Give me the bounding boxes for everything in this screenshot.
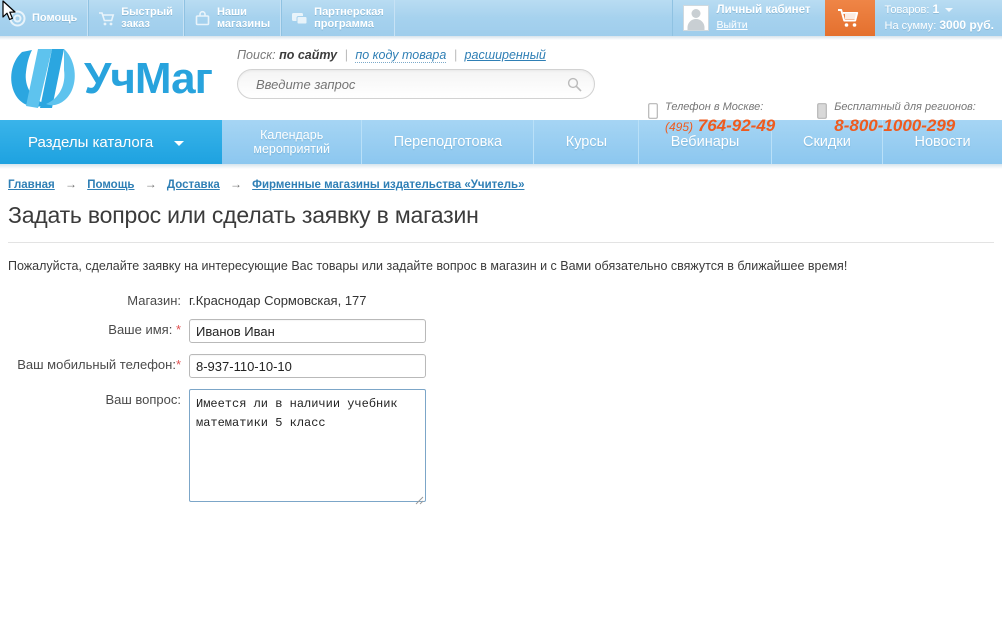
search-icon[interactable]	[567, 77, 582, 92]
nav-item-courses[interactable]: Курсы	[534, 120, 640, 164]
nav-shadow	[0, 164, 1002, 169]
form-row-question: Ваш вопрос: Имеется ли в наличии учебник…	[8, 389, 994, 507]
topbar-item-help-label: Помощь	[32, 12, 78, 24]
mobile-icon	[817, 103, 828, 119]
breadcrumb-item-home[interactable]: Главная	[8, 179, 55, 191]
form-label-phone: Ваш мобильный телефон:*	[8, 354, 189, 372]
form-row-phone: Ваш мобильный телефон:*	[8, 354, 994, 378]
search-separator-1: |	[344, 48, 348, 62]
topbar-item-partner-program-label: Партнерская программа	[314, 6, 384, 30]
nav-item-catalog-sections-label: Разделы каталога	[28, 133, 154, 151]
top-utility-links: Помощь Быстрый заказ Наши магазины Партн…	[0, 0, 395, 36]
shop-question-form: Магазин: г.Краснодар Сормовская, 177 Ваш…	[8, 290, 994, 507]
required-mark-name: *	[175, 322, 181, 337]
phone-digits-moscow: 764-92-49	[697, 116, 776, 135]
bag-icon	[195, 10, 210, 25]
search-mode-by-code-link[interactable]: по коду товара	[355, 48, 447, 63]
topbar-item-quick-order-label: Быстрый заказ	[121, 6, 173, 30]
search-box[interactable]	[237, 69, 595, 99]
cart-items-label: Товаров:	[884, 4, 930, 16]
title-divider	[8, 242, 994, 243]
form-label-phone-text: Ваш мобильный телефон:	[17, 357, 176, 372]
form-label-shop: Магазин:	[127, 293, 181, 308]
topbar-item-partner-program[interactable]: Партнерская программа	[281, 0, 395, 36]
nav-item-events-calendar[interactable]: Календарь мероприятий	[222, 120, 363, 164]
chevron-down-icon	[174, 141, 184, 146]
search-mode-site[interactable]: по сайту	[279, 48, 337, 62]
search-mode-advanced-link[interactable]: расширенный	[465, 48, 546, 62]
phone-number-moscow[interactable]: (495) 764-92-49	[665, 116, 775, 137]
search-label: Поиск:	[237, 48, 276, 62]
form-label-name: Ваше имя: *	[8, 319, 189, 337]
cart-summary[interactable]: Товаров: 1 На сумму: 3000 руб.	[875, 0, 1002, 36]
header-phones: Телефон в Москве: (495) 764-92-49 Беспла…	[648, 100, 976, 137]
form-label-question: Ваш вопрос:	[105, 392, 181, 407]
phone-block-moscow: Телефон в Москве: (495) 764-92-49	[648, 100, 775, 137]
site-logo[interactable]: УчМаг	[0, 40, 213, 112]
topbar-item-our-shops-label: Наши магазины	[216, 6, 271, 30]
form-row-name: Ваше имя: *	[8, 319, 994, 343]
search-separator-2: |	[453, 48, 458, 62]
breadcrumb-item-help[interactable]: Помощь	[87, 179, 134, 191]
phone-number-regions[interactable]: 8-800-1000-299	[834, 116, 976, 135]
user-avatar-icon	[682, 5, 709, 31]
shopping-cart-icon	[837, 9, 858, 27]
page-content: Главная → Помощь → Доставка → Фирменные …	[0, 177, 1002, 507]
phone-icon	[648, 103, 658, 119]
chat-icon	[292, 12, 308, 24]
nav-item-retraining-label: Переподготовка	[393, 133, 503, 150]
chevron-down-icon[interactable]	[945, 8, 954, 13]
topbar-item-help[interactable]: Помощь	[0, 0, 89, 36]
phone-caption-regions: Бесплатный для регионов:	[834, 101, 976, 113]
topbar-item-quick-order[interactable]: Быстрый заказ	[88, 0, 184, 36]
top-utility-account-area: Личный кабинет Выйти Товаров: 1 На сумму…	[671, 0, 1002, 36]
search-input[interactable]	[254, 70, 554, 98]
account-title[interactable]: Личный кабинет	[717, 4, 811, 17]
logout-link[interactable]: Выйти	[717, 19, 811, 32]
phone-area-code-moscow: (495)	[665, 120, 694, 134]
page-intro-text: Пожалуйста, сделайте заявку на интересую…	[8, 259, 848, 273]
breadcrumb-separator-2: →	[144, 177, 157, 191]
phone-caption-moscow: Телефон в Москве:	[665, 101, 764, 113]
phone-input[interactable]	[189, 354, 426, 378]
search-mode-links: Поиск: по сайту | по коду товара | расши…	[237, 48, 595, 63]
quick-cart-icon	[99, 11, 115, 25]
required-mark-phone: *	[175, 357, 181, 372]
breadcrumb-separator-3: →	[229, 177, 242, 191]
cart-sum-label: На сумму:	[884, 20, 937, 32]
search-area: Поиск: по сайту | по коду товара | расши…	[237, 48, 595, 99]
top-utility-bar: Помощь Быстрый заказ Наши магазины Партн…	[0, 0, 1002, 36]
nav-item-catalog-sections[interactable]: Разделы каталога	[0, 120, 222, 164]
form-row-shop: Магазин: г.Краснодар Сормовская, 177	[8, 290, 994, 308]
phone-block-regions: Бесплатный для регионов: 8-800-1000-299	[817, 100, 976, 137]
question-textarea[interactable]: Имеется ли в наличии учебник математики …	[189, 389, 426, 502]
breadcrumb: Главная → Помощь → Доставка → Фирменные …	[8, 177, 994, 191]
nav-item-courses-label: Курсы	[565, 133, 608, 150]
name-input[interactable]	[189, 319, 426, 343]
page-title: Задать вопрос или сделать заявку в магаз…	[8, 202, 479, 228]
cart-items-row: Товаров: 1	[885, 2, 995, 18]
nav-item-retraining[interactable]: Переподготовка	[362, 120, 535, 164]
topbar-item-our-shops[interactable]: Наши магазины	[183, 0, 282, 36]
account-box[interactable]: Личный кабинет Выйти	[671, 0, 825, 36]
uchmag-logo-icon	[11, 49, 75, 108]
form-label-name-text: Ваше имя:	[108, 322, 173, 337]
cart-sum-value: 3000 руб.	[939, 18, 994, 32]
site-header: УчМаг Поиск: по сайту | по коду товара |…	[0, 40, 1002, 135]
cart-items-count: 1	[932, 2, 940, 16]
breadcrumb-separator-1: →	[64, 177, 77, 191]
breadcrumb-item-branded-shops[interactable]: Фирменные магазины издательства «Учитель…	[252, 179, 524, 191]
lifebuoy-icon	[9, 10, 26, 26]
form-value-shop: г.Краснодар Сормовская, 177	[189, 293, 367, 308]
cart-sum-row: На сумму: 3000 руб.	[885, 18, 995, 34]
nav-item-events-calendar-label: Календарь мероприятий	[253, 128, 330, 156]
cart-button[interactable]	[824, 0, 875, 36]
site-logo-text: УчМаг	[84, 54, 213, 103]
breadcrumb-item-delivery[interactable]: Доставка	[167, 179, 220, 191]
